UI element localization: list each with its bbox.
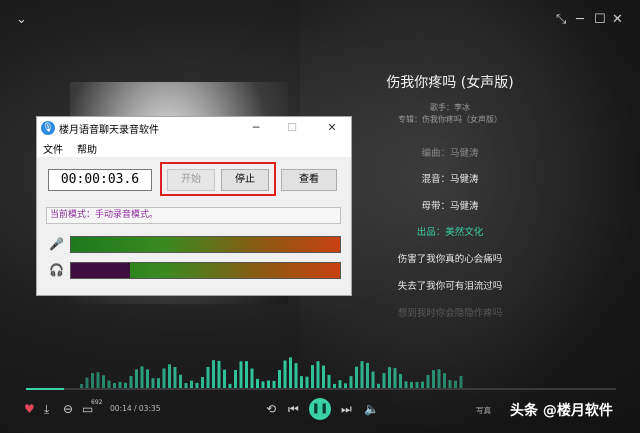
- speaker-level-meter: [70, 262, 341, 279]
- player-top-bar: ⌄ ⤡ ─ ☐ ✕: [0, 10, 640, 30]
- minimize-icon[interactable]: ─: [576, 10, 584, 30]
- visualizer-bar: [217, 360, 221, 390]
- visualizer-bar: [360, 361, 364, 390]
- visualizer-bar: [173, 367, 177, 390]
- playback-time: 00:14 / 03:35: [110, 404, 161, 413]
- song-title: 伤我你疼吗 (女声版): [386, 75, 514, 91]
- microphone-icon: 🎤: [49, 237, 64, 251]
- minimize-icon[interactable]: ─: [237, 117, 275, 139]
- visualizer-bar: [294, 363, 298, 390]
- menu-file[interactable]: 文件: [43, 141, 63, 156]
- lyric-mode-toggle[interactable]: 写真: [476, 405, 491, 416]
- visualizer-bar: [168, 364, 171, 390]
- view-button[interactable]: 查看: [281, 169, 337, 191]
- lyric-line: 伤害了我你真的心会痛吗: [397, 254, 503, 265]
- visualizer-bar: [388, 367, 391, 390]
- visualizer-bar: [245, 361, 248, 390]
- visualizer-bar: [283, 360, 287, 390]
- progress-bar[interactable]: [26, 388, 616, 390]
- visualizer-bar: [162, 368, 166, 390]
- visualizer-bar: [322, 365, 325, 390]
- comment-count: 692: [91, 399, 103, 406]
- shrink-icon[interactable]: ⤡: [556, 10, 566, 30]
- visualizer-bar: [223, 369, 226, 390]
- next-icon[interactable]: ⏭: [341, 400, 352, 418]
- recorder-titlebar[interactable]: 🎙 楼月语音聊天录音软件 ─ ☐ ✕: [37, 117, 351, 139]
- microphone-app-icon: 🎙: [41, 121, 55, 135]
- watermark: 头条 @楼月软件: [510, 403, 613, 419]
- visualizer-bar: [140, 366, 144, 390]
- chevron-down-icon[interactable]: ⌄: [16, 10, 27, 30]
- record-timer: 00:00:03.6: [48, 169, 152, 191]
- highlight-box: [160, 162, 276, 196]
- visualizer-bar: [212, 360, 215, 390]
- visualizer-bar: [206, 366, 210, 390]
- visualizer-bar: [437, 369, 441, 390]
- visualizer-bar: [278, 370, 281, 390]
- maximize-icon[interactable]: ☐: [594, 10, 606, 30]
- menu-help[interactable]: 帮助: [77, 141, 97, 156]
- download-icon[interactable]: ⤓: [44, 400, 49, 418]
- visualizer-bar: [316, 361, 320, 390]
- pause-button[interactable]: ❚❚: [309, 398, 331, 420]
- visualizer-bar: [393, 368, 397, 390]
- lyric-line: 编曲：马健涛: [421, 148, 479, 159]
- singer-line: 歌手：李冰: [430, 103, 470, 112]
- repeat-icon[interactable]: ⟲: [266, 400, 276, 418]
- recorder-window: 🎙 楼月语音聊天录音软件 ─ ☐ ✕ 文件 帮助 00:00:03.6 开始 停…: [36, 116, 352, 296]
- maximize-icon[interactable]: ☐: [273, 117, 311, 139]
- visualizer-bar: [135, 369, 138, 390]
- lyric-line: 母带：马健涛: [421, 201, 479, 212]
- recorder-menubar: 文件 帮助: [37, 139, 351, 157]
- more-icon[interactable]: ⊖: [63, 400, 73, 418]
- speaker-level-unfilled: [71, 263, 131, 278]
- close-icon[interactable]: ✕: [612, 10, 623, 30]
- visualizer-bar: [366, 362, 369, 390]
- heart-icon[interactable]: ♥: [24, 400, 35, 418]
- visualizer-bar: [146, 369, 149, 390]
- audio-visualizer: [80, 357, 463, 390]
- visualizer-bar: [239, 361, 243, 390]
- lyric-line: 失去了我你可有泪流过吗: [397, 281, 503, 292]
- visualizer-bar: [311, 365, 314, 390]
- recorder-client: 00:00:03.6 开始 停止 查看 当前模式：手动录音模式。 🎤 🎧: [37, 157, 351, 295]
- recorder-title: 楼月语音聊天录音软件: [59, 125, 159, 136]
- visualizer-bar: [234, 369, 237, 390]
- mode-status: 当前模式：手动录音模式。: [46, 207, 341, 224]
- mic-level-meter: [70, 236, 341, 253]
- headphones-icon: 🎧: [49, 263, 64, 277]
- previous-icon[interactable]: ⏮: [288, 400, 299, 418]
- volume-icon[interactable]: 🔈: [364, 400, 379, 418]
- lyric-line: 混音：马健涛: [421, 174, 479, 185]
- progress-fill: [26, 388, 65, 390]
- visualizer-bar: [250, 368, 254, 390]
- lyric-line-active: 出品：美然文化: [416, 227, 484, 238]
- visualizer-bar: [289, 357, 292, 390]
- close-icon[interactable]: ✕: [313, 117, 351, 139]
- visualizer-bar: [355, 366, 358, 390]
- lyric-line: 想到我时你会隐隐作疼吗: [397, 308, 503, 319]
